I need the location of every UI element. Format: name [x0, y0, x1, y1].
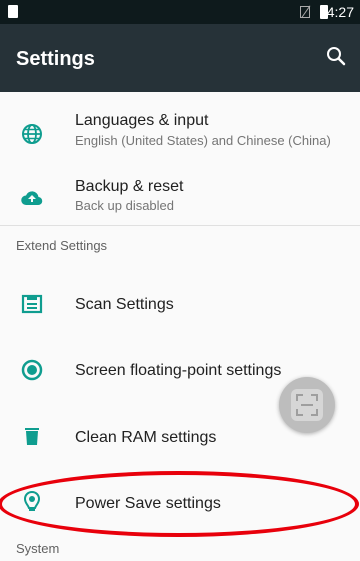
section-header-system: System [16, 541, 60, 556]
settings-item-summary: English (United States) and Chinese (Chi… [75, 133, 331, 148]
settings-item-backup[interactable]: Backup & reset Back up disabled [0, 170, 360, 230]
status-time: 4:27 [326, 4, 354, 20]
settings-item-languages[interactable]: Languages & input English (United States… [0, 104, 360, 164]
settings-item-label: Clean RAM settings [75, 429, 217, 446]
highlight-annotation [0, 471, 359, 537]
scan-frame-icon [291, 389, 323, 421]
settings-item-label: Screen floating-point settings [75, 362, 282, 379]
search-icon[interactable] [324, 44, 348, 68]
section-header-extend: Extend Settings [16, 238, 108, 253]
settings-item-label: Languages & input [75, 112, 209, 129]
settings-item-scan[interactable]: Scan Settings [0, 272, 360, 336]
app-bar: Settings [0, 24, 360, 92]
settings-item-summary: Back up disabled [75, 198, 175, 213]
settings-item-label: Backup & reset [75, 178, 184, 195]
sim-card-icon [8, 5, 18, 18]
status-bar: 4:27 [0, 0, 360, 24]
no-sim-icon [300, 6, 310, 18]
floating-point-button[interactable] [279, 377, 335, 433]
trash-icon [20, 424, 44, 448]
settings-item-label: Scan Settings [75, 296, 174, 313]
cloud-upload-icon [20, 186, 44, 210]
globe-icon [20, 122, 44, 146]
scanner-icon [20, 292, 44, 316]
divider [0, 225, 360, 226]
page-title: Settings [16, 48, 95, 70]
floating-point-icon [20, 358, 44, 382]
